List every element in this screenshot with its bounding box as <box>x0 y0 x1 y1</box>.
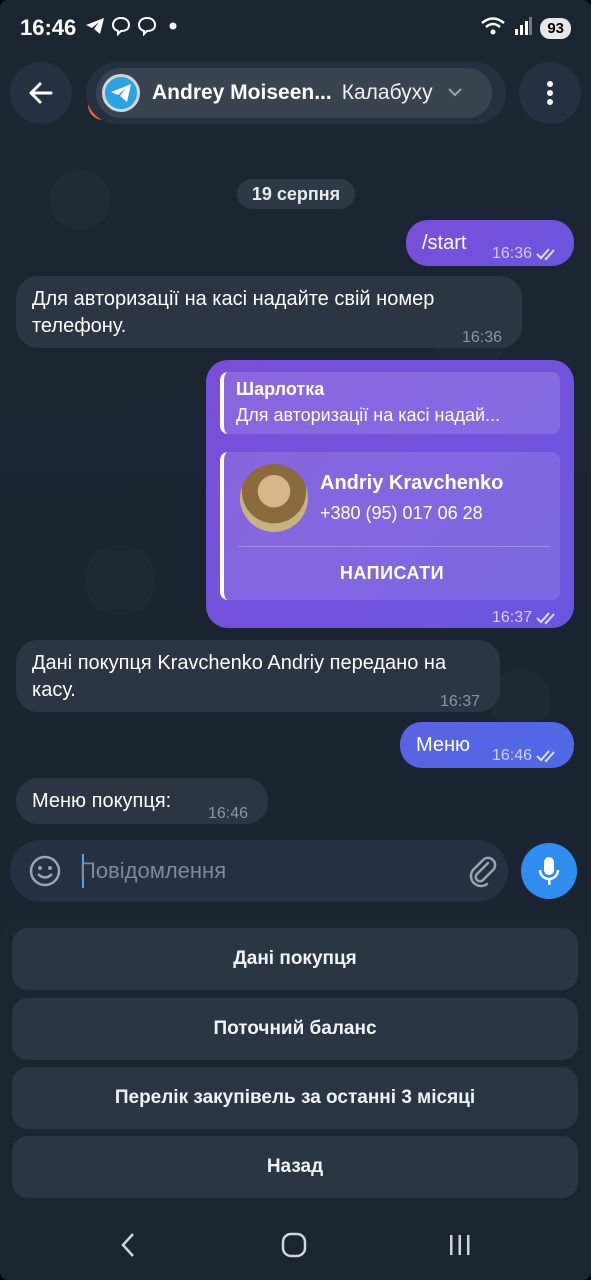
double-check-icon <box>536 749 555 762</box>
nav-recents-button[interactable] <box>440 1228 480 1262</box>
dot-icon <box>162 15 184 37</box>
viber-icon <box>110 15 132 37</box>
nav-back-icon <box>121 1233 134 1257</box>
telegram-chat-screen: 16:46 93 Andrey Moiseen... Калабуху 19 с… <box>0 0 591 1280</box>
signal-icon <box>514 17 533 40</box>
message-text: Для авторизації на касі надайте свій ном… <box>32 288 435 337</box>
shared-contact-card[interactable]: Andriy Kravchenko +380 (95) 017 06 28 НА… <box>220 452 560 600</box>
chat-name: Andrey Moiseen... <box>152 81 332 104</box>
message-time: 16:36 <box>492 245 533 262</box>
nav-home-icon <box>281 1232 307 1258</box>
message-outgoing[interactable]: /start 16:36 <box>406 220 574 266</box>
chat-header[interactable]: Andrey Moiseen... Калабуху <box>86 62 506 124</box>
write-button[interactable]: НАПИСАТИ <box>224 560 560 587</box>
reply-author: Шарлотка <box>236 379 325 399</box>
back-button[interactable] <box>10 62 72 124</box>
wifi-icon <box>480 16 506 41</box>
keyboard-button-customer-data[interactable]: Дані покупця <box>12 928 578 990</box>
telegram-icon <box>84 15 106 37</box>
double-check-icon <box>536 247 555 260</box>
status-bar: 16:46 93 <box>0 0 591 56</box>
message-time: 16:46 <box>492 747 533 764</box>
message-meta: 16:36 <box>492 240 560 267</box>
message-outgoing[interactable]: Меню 16:46 <box>400 722 574 768</box>
message-incoming[interactable]: Дані покупця Kravchenko Andriy передано … <box>16 640 500 712</box>
chevron-down-icon <box>447 84 463 102</box>
keyboard-button-balance[interactable]: Поточний баланс <box>12 998 578 1060</box>
telegram-logo-icon <box>102 74 140 112</box>
notification-icons <box>84 15 184 37</box>
contact-name: Andriy Kravchenko <box>320 472 504 494</box>
message-time: 16:37 <box>440 693 481 710</box>
message-time: 16:46 <box>208 805 249 822</box>
message-text: Меню покупця: <box>32 790 172 812</box>
emoji-icon[interactable] <box>28 854 62 888</box>
keyboard-button-purchases[interactable]: Перелік закупівель за останні 3 місяці <box>12 1067 578 1129</box>
message-meta: 16:37 <box>492 604 560 631</box>
system-icons: 93 <box>480 16 571 41</box>
voice-record-button[interactable] <box>521 843 577 899</box>
message-text: Дані покупця Kravchenko Andriy передано … <box>32 652 447 701</box>
more-options-button[interactable] <box>519 62 581 124</box>
message-composer <box>10 840 508 902</box>
reply-quote[interactable]: Шарлотка Для авторизації на касі надай..… <box>220 372 560 434</box>
message-meta: 16:46 <box>492 742 560 769</box>
bot-name: Калабуху <box>341 81 433 104</box>
status-time: 16:46 <box>20 15 77 40</box>
contact-avatar <box>240 464 308 532</box>
chat-title-chip[interactable]: Andrey Moiseen... Калабуху <box>96 68 492 118</box>
nav-home-button[interactable] <box>274 1228 314 1262</box>
keyboard-button-back[interactable]: Назад <box>12 1136 578 1198</box>
double-check-icon <box>536 611 555 624</box>
message-time: 16:36 <box>462 329 503 346</box>
contact-divider <box>238 546 550 547</box>
contact-phone: +380 (95) 017 06 28 <box>320 503 483 523</box>
message-time: 16:37 <box>492 609 533 626</box>
date-separator: 19 серпня <box>237 179 355 209</box>
reply-text: Для авторизації на касі надай... <box>236 405 501 425</box>
microphone-icon <box>538 857 560 885</box>
paperclip-icon[interactable] <box>466 854 500 888</box>
message-text: /start <box>422 232 467 254</box>
message-outgoing-contact[interactable]: Шарлотка Для авторизації на касі надай..… <box>206 360 574 628</box>
bot-reply-keyboard: Дані покупця Поточний баланс Перелік зак… <box>0 916 591 1210</box>
nav-recents-icon <box>450 1235 470 1255</box>
arrow-left-icon <box>29 82 53 104</box>
message-incoming[interactable]: Для авторизації на касі надайте свій ном… <box>16 276 522 348</box>
message-incoming[interactable]: Меню покупця: 16:46 <box>16 778 268 824</box>
message-input[interactable] <box>80 852 450 890</box>
nav-back-button[interactable] <box>108 1228 148 1262</box>
viber-icon <box>136 15 158 37</box>
battery-indicator: 93 <box>540 18 571 39</box>
message-text: Меню <box>416 734 471 756</box>
system-nav-bar <box>0 1210 591 1280</box>
more-vertical-icon <box>547 81 553 105</box>
